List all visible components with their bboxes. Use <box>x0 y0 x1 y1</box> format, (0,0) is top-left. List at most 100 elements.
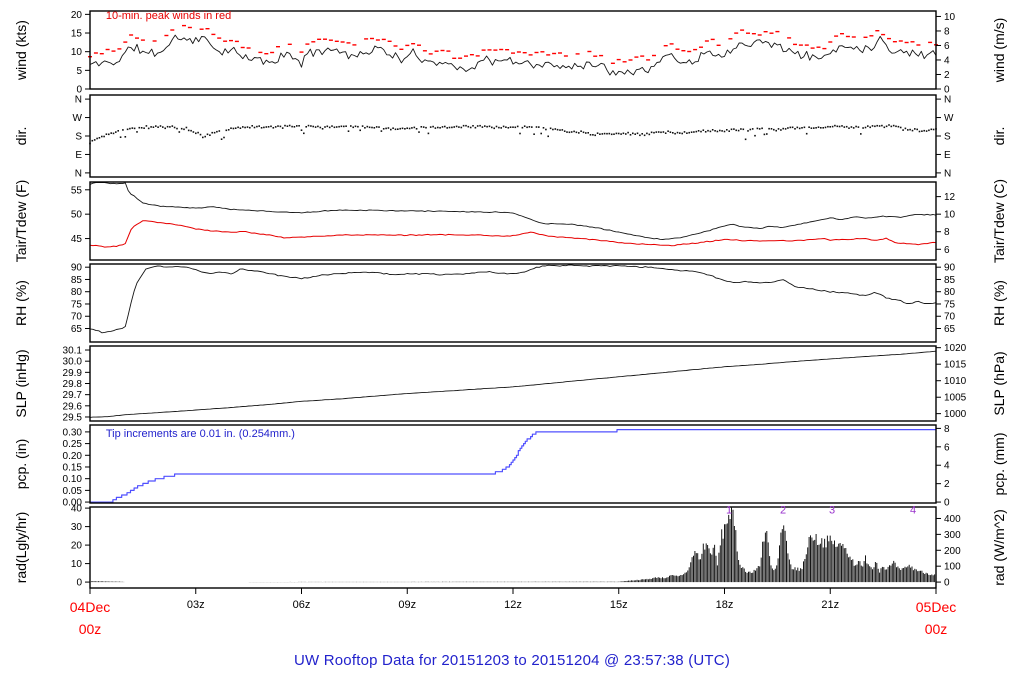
ytick-right-tair_tdew: 10 <box>944 210 956 221</box>
ytick-right-wind: 4 <box>944 55 950 66</box>
ytick-left-rad: 20 <box>71 541 83 552</box>
ytick-right-wind: 8 <box>944 26 950 37</box>
ytick-right-pcp: 0 <box>944 498 950 509</box>
meteogram-svg: 051015200246810wind (kts) wind (m/s)10-mi… <box>13 10 1007 637</box>
annotation-rad: 1 <box>726 504 732 516</box>
ytick-right-pcp: 8 <box>944 424 950 435</box>
ytick-left-rad: 0 <box>76 578 82 589</box>
series-wind_speed_kts <box>89 34 937 76</box>
axis-title-right-tair_tdew: Tair/Tdew (C) <box>991 179 1007 263</box>
ytick-right-rh: 85 <box>944 275 956 286</box>
ytick-left-pcp: 0.30 <box>63 427 83 438</box>
xtick-label2: 00z <box>79 621 102 637</box>
series-tdew_f <box>89 220 937 248</box>
xtick-label: 09z <box>398 599 416 611</box>
ytick-left-wind: 5 <box>76 66 82 77</box>
ytick-left-wind: 20 <box>71 10 83 21</box>
ytick-right-rad: 200 <box>944 546 961 557</box>
ytick-left-rh: 70 <box>71 312 83 323</box>
ytick-right-rad: 100 <box>944 562 961 573</box>
ytick-right-wind: 2 <box>944 70 950 81</box>
axis-title-left-dir: dir. <box>13 127 29 146</box>
ytick-left-rh: 80 <box>71 287 83 298</box>
ytick-right-dir: N <box>944 168 951 179</box>
axis-title-left-wind: wind (kts) <box>13 20 29 81</box>
ytick-left-pcp: 0.05 <box>63 486 83 497</box>
ytick-right-dir: W <box>944 113 954 124</box>
xtick-label: 12z <box>504 599 522 611</box>
series-wind_direction_deg <box>89 124 937 145</box>
ytick-right-wind: 6 <box>944 41 950 52</box>
ytick-right-slp: 1020 <box>944 343 967 354</box>
ytick-left-slp: 29.8 <box>63 379 83 390</box>
ytick-right-rad: 0 <box>944 578 950 589</box>
ytick-left-pcp: 0.20 <box>63 451 83 462</box>
series-rh_pct <box>89 264 937 334</box>
ytick-right-pcp: 6 <box>944 442 950 453</box>
ytick-left-rh: 75 <box>71 299 83 310</box>
panel-rad: 0102030400100200300400rad(Lgly/hr) rad (W… <box>13 504 1007 589</box>
ytick-right-rad: 400 <box>944 514 961 525</box>
ytick-right-dir: S <box>944 132 951 143</box>
ytick-left-wind: 15 <box>71 29 83 40</box>
ytick-left-dir: E <box>75 150 82 161</box>
ytick-left-tair_tdew: 50 <box>71 210 83 221</box>
ytick-left-slp: 29.9 <box>63 368 83 379</box>
ytick-left-tair_tdew: 45 <box>71 234 83 245</box>
axis-title-right-rad: rad (W/m^2) <box>991 509 1007 586</box>
panel-rh: 657075808590657075808590RH (%) RH (%) <box>13 263 1007 343</box>
ytick-left-slp: 30.0 <box>63 357 83 368</box>
ytick-left-pcp: 0.10 <box>63 474 83 485</box>
ytick-left-slp: 29.7 <box>63 390 83 401</box>
ytick-left-rh: 65 <box>71 324 83 335</box>
ytick-left-tair_tdew: 55 <box>71 185 83 196</box>
annotation-pcp: Tip increments are 0.01 in. (0.254mm.) <box>106 428 295 440</box>
ytick-right-rh: 80 <box>944 287 956 298</box>
ytick-left-dir: N <box>75 168 82 179</box>
ytick-right-slp: 1000 <box>944 409 967 420</box>
ytick-right-rh: 90 <box>944 263 956 274</box>
xtick-label: 05Dec <box>916 599 956 615</box>
annotation-rad: 2 <box>780 504 786 516</box>
panel-wind: 051015200246810wind (kts) wind (m/s)10-mi… <box>13 10 1007 96</box>
ytick-left-pcp: 0.25 <box>63 439 83 450</box>
ytick-right-slp: 1010 <box>944 376 967 387</box>
xtick-label: 18z <box>716 599 734 611</box>
ytick-left-slp: 29.5 <box>63 412 83 423</box>
panel-border-slp <box>89 345 937 422</box>
axis-title-right-slp: SLP (hPa) <box>991 351 1007 415</box>
ytick-right-tair_tdew: 6 <box>944 245 950 256</box>
axis-title-left-tair_tdew: Tair/Tdew (F) <box>13 180 29 262</box>
axis-title-right-rh: RH (%) <box>991 280 1007 326</box>
ytick-right-wind: 10 <box>944 12 956 23</box>
ytick-right-pcp: 2 <box>944 479 950 490</box>
ytick-right-rh: 65 <box>944 324 956 335</box>
ytick-right-pcp: 4 <box>944 461 950 472</box>
ytick-left-slp: 30.1 <box>63 346 83 357</box>
x-axis: 04Dec 00z 03z 06z 09z 12z 15z 18z 21z 05Dec 00z <box>70 588 956 637</box>
meteogram-page: 0 5 10 15 20 0 2 4 6 8 10 wind (kts) wind (m/s) 10-mi… <box>0 0 1024 700</box>
ytick-left-rh: 85 <box>71 275 83 286</box>
ytick-left-dir: N <box>75 95 82 106</box>
ytick-left-rad: 40 <box>71 504 83 515</box>
ytick-right-dir: N <box>944 95 951 106</box>
axis-title-right-dir: dir. <box>991 127 1007 146</box>
axis-title-left-rad: rad(Lgly/hr) <box>13 512 29 584</box>
xtick-label: 03z <box>187 599 205 611</box>
ytick-left-dir: W <box>73 113 83 124</box>
series-peak_wind_kts <box>88 24 938 64</box>
axis-title-left-slp: SLP (inHg) <box>13 349 29 417</box>
annotation-rad: 3 <box>829 504 835 516</box>
axis-title-right-wind: wind (m/s) <box>991 18 1007 84</box>
annotation-wind: 10-min. peak winds in red <box>106 10 231 22</box>
xtick-label2: 00z <box>925 621 948 637</box>
panel-border-tair_tdew <box>89 181 937 261</box>
ytick-right-rh: 70 <box>944 312 956 323</box>
panel-tair_tdew: 45 50 55 6 8 10 12 Tair/Tdew (F) Tair/Tdew (C) <box>13 179 1007 263</box>
ytick-right-rh: 75 <box>944 299 956 310</box>
panel-border-rh <box>89 263 937 343</box>
series-precip_accum_in <box>90 429 936 503</box>
ytick-right-slp: 1005 <box>944 393 967 404</box>
axis-title-left-rh: RH (%) <box>13 280 29 326</box>
ytick-left-rad: 30 <box>71 522 83 533</box>
